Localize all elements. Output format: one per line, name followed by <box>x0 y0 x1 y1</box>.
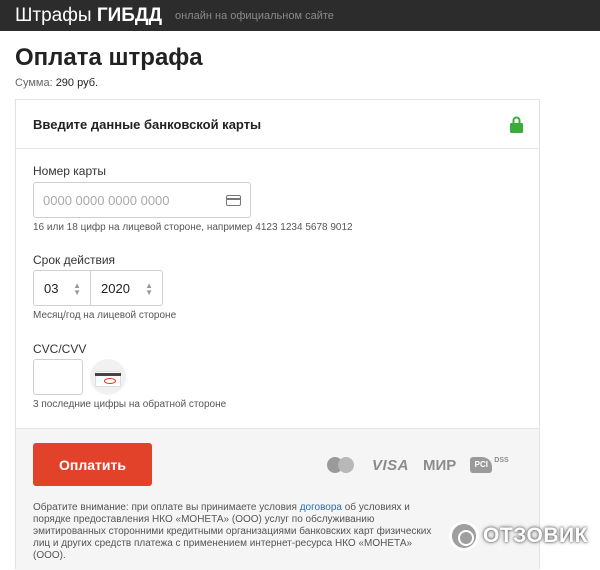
cvc-card-back-icon <box>90 359 126 395</box>
card-number-input[interactable]: 0000 0000 0000 0000 <box>33 182 251 218</box>
site-brand[interactable]: Штрафы ГИБДД <box>15 5 162 27</box>
card-form-title: Введите данные банковской карты <box>33 116 262 132</box>
cvc-label: CVC/CVV <box>33 342 87 356</box>
expiry-year-value: 2020 <box>101 280 130 296</box>
visa-logo: VISA <box>372 456 410 474</box>
dss-label: DSS <box>494 457 509 464</box>
cvc-highlight-ring <box>104 378 116 384</box>
expiry-hint: Месяц/год на лицевой стороне <box>33 310 177 321</box>
card-number-placeholder: 0000 0000 0000 0000 <box>43 192 170 208</box>
watermark-text: ОТЗОВИК <box>483 524 588 547</box>
pci-dss-logo: PCI DSS <box>470 456 514 474</box>
card-form-panel: Введите данные банковской карты Номер ка… <box>15 99 540 570</box>
otzovik-watermark: ОТЗОВИК <box>449 520 588 552</box>
contract-link[interactable]: договора <box>300 502 342 513</box>
credit-card-icon <box>226 195 241 206</box>
brand-bold: ГИБДД <box>96 4 162 26</box>
chevron-updown-icon: ▲ ▼ <box>73 281 81 297</box>
cvc-hint: 3 последние цифры на обратной стороне <box>33 399 227 410</box>
otzovik-logo-icon <box>449 521 479 551</box>
notice-text-before: Обратите внимание: при оплате вы принима… <box>33 502 300 513</box>
payment-sum: Сумма: 290 руб. <box>15 77 98 89</box>
expiry-label: Срок действия <box>33 253 116 267</box>
payment-logos: VISA МИР PCI DSS <box>327 456 514 474</box>
expiry-month-select[interactable]: 03 ▲ ▼ <box>33 270 91 306</box>
pay-button[interactable]: Оплатить <box>33 443 152 486</box>
sum-label: Сумма: <box>15 77 53 89</box>
terms-notice: Обратите внимание: при оплате вы принима… <box>33 502 443 562</box>
sum-value: 290 руб. <box>55 77 99 89</box>
mir-logo: МИР <box>423 456 457 474</box>
card-number-label: Номер карты <box>33 164 106 178</box>
top-bar: Штрафы ГИБДД онлайн на официальном сайте <box>0 0 600 31</box>
magnetic-stripe <box>95 373 121 376</box>
card-number-hint: 16 или 18 цифр на лицевой стороне, напри… <box>33 222 353 233</box>
brand-light: Штрафы <box>15 4 92 26</box>
mastercard-icon <box>327 457 355 473</box>
lock-icon <box>510 116 523 133</box>
cvc-input[interactable] <box>33 359 83 395</box>
chevron-updown-icon: ▲ ▼ <box>145 281 153 297</box>
page-title: Оплата штрафа <box>15 44 203 71</box>
pci-shield: PCI <box>470 457 493 473</box>
expiry-year-select[interactable]: 2020 ▲ ▼ <box>90 270 163 306</box>
expiry-month-value: 03 <box>44 280 59 296</box>
card-form-header: Введите данные банковской карты <box>16 100 539 149</box>
site-tagline: онлайн на официальном сайте <box>174 9 334 22</box>
